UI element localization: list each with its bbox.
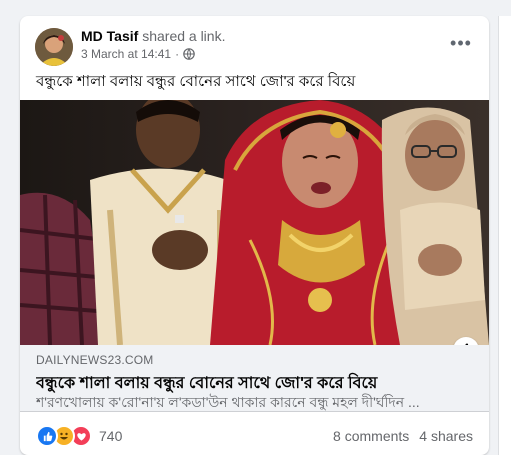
link-preview-box[interactable]: DAILYNEWS23.COM বন্ধুকে শালা বলায় বন্ধু… — [20, 345, 489, 412]
link-domain: DAILYNEWS23.COM — [36, 353, 154, 367]
avatar[interactable] — [35, 28, 73, 66]
post-stats: 740 8 comments 4 shares — [20, 422, 489, 450]
post-action-text: shared a link. — [142, 28, 226, 44]
more-options-icon[interactable]: ••• — [447, 32, 475, 54]
shares-count[interactable]: 4 shares — [419, 428, 473, 444]
author-name[interactable]: MD Tasif — [81, 28, 138, 44]
wedding-photo — [20, 100, 489, 345]
post-header: MD Tasif shared a link. 3 March at 14:41… — [20, 16, 489, 72]
reaction-count: 740 — [99, 428, 123, 444]
meta-separator: · — [175, 47, 180, 61]
link-description: শ'রণখোলায় ক'রো'না'য় ল'কডা'উন থাকার কার… — [36, 394, 420, 410]
post-caption: বন্ধুকে শালা বলায় বন্ধুর বোনের সাথে জো'… — [36, 73, 356, 90]
comments-count[interactable]: 8 comments — [333, 428, 409, 444]
post-timestamp[interactable]: 3 March at 14:41 — [81, 47, 171, 61]
like-reaction-icon — [36, 425, 58, 447]
post-author-line: MD Tasif shared a link. — [81, 28, 225, 44]
engagement-counts: 8 comments 4 shares — [333, 428, 473, 444]
adjacent-panel-edge — [498, 16, 511, 455]
globe-icon[interactable] — [183, 48, 195, 60]
post-meta: 3 March at 14:41 · — [81, 47, 195, 61]
avatar-image — [35, 28, 73, 66]
reaction-summary[interactable]: 740 — [36, 425, 123, 447]
link-preview-image[interactable]: i — [20, 100, 489, 345]
post-card: MD Tasif shared a link. 3 March at 14:41… — [20, 16, 489, 455]
